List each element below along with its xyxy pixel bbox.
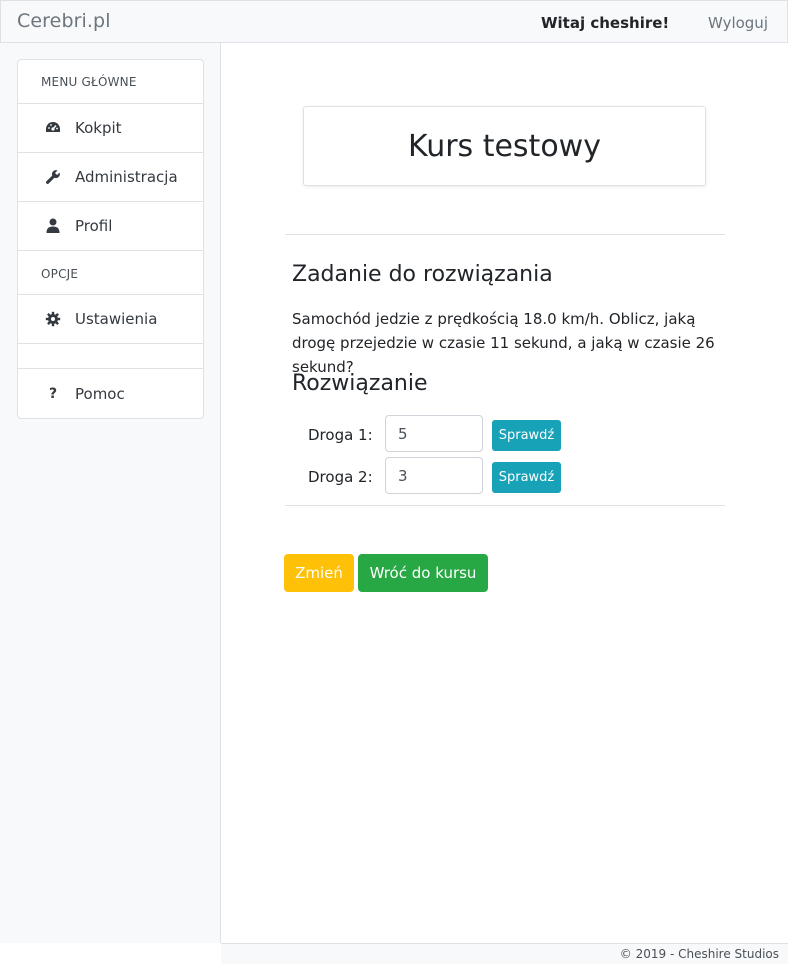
sidebar-item-label: Administracja [75,168,178,186]
task-heading: Zadanie do rozwiązania [292,262,553,287]
task-description: Samochód jedzie z prędkością 18.0 km/h. … [292,310,715,376]
sidebar-item-ustawienia[interactable]: Ustawienia [18,295,203,344]
divider [285,234,725,235]
brand-logo[interactable]: Cerebri.pl [17,10,111,32]
user-icon [44,217,62,235]
footer: © 2019 - Cheshire Studios [221,943,788,964]
back-to-course-button[interactable]: Wróć do kursu [358,554,488,592]
sidebar-menu: MENU GŁÓWNE Kokpit Administracja Profil … [17,59,204,419]
question-icon: ? [48,385,58,402]
logout-link[interactable]: Wyloguj [708,14,768,32]
answer-1-input[interactable] [385,415,483,452]
sidebar-item-label: Profil [75,217,113,235]
top-navbar: Cerebri.pl Witaj cheshire! Wyloguj [0,0,788,43]
sidebar: MENU GŁÓWNE Kokpit Administracja Profil … [0,43,221,943]
wrench-icon [44,168,62,186]
course-title: Kurs testowy [408,128,601,164]
sidebar-item-pomoc[interactable]: ? Pomoc [18,369,203,418]
menu-divider [18,344,203,369]
check-answer-1-button[interactable]: Sprawdź [492,420,561,451]
sidebar-item-kokpit[interactable]: Kokpit [18,104,203,153]
divider [285,505,725,506]
change-button[interactable]: Zmień [284,554,354,592]
dashboard-icon [44,119,62,137]
options-header: OPCJE [18,251,203,295]
welcome-text: Witaj cheshire! [541,14,670,32]
answer-2-input[interactable] [385,457,483,494]
sidebar-item-administracja[interactable]: Administracja [18,153,203,202]
answer-1-label: Droga 1: [308,426,373,444]
sidebar-item-label: Kokpit [75,119,122,137]
sidebar-item-label: Pomoc [75,384,125,403]
sidebar-item-profil[interactable]: Profil [18,202,203,251]
main-menu-header: MENU GŁÓWNE [18,60,203,104]
sidebar-item-label: Ustawienia [75,310,158,328]
gear-icon [44,310,62,328]
footer-copyright: © 2019 - Cheshire Studios [619,947,779,961]
check-answer-2-button[interactable]: Sprawdź [492,462,561,493]
course-title-card: Kurs testowy [303,106,706,186]
solution-heading: Rozwiązanie [292,371,428,396]
answer-2-label: Droga 2: [308,468,373,486]
